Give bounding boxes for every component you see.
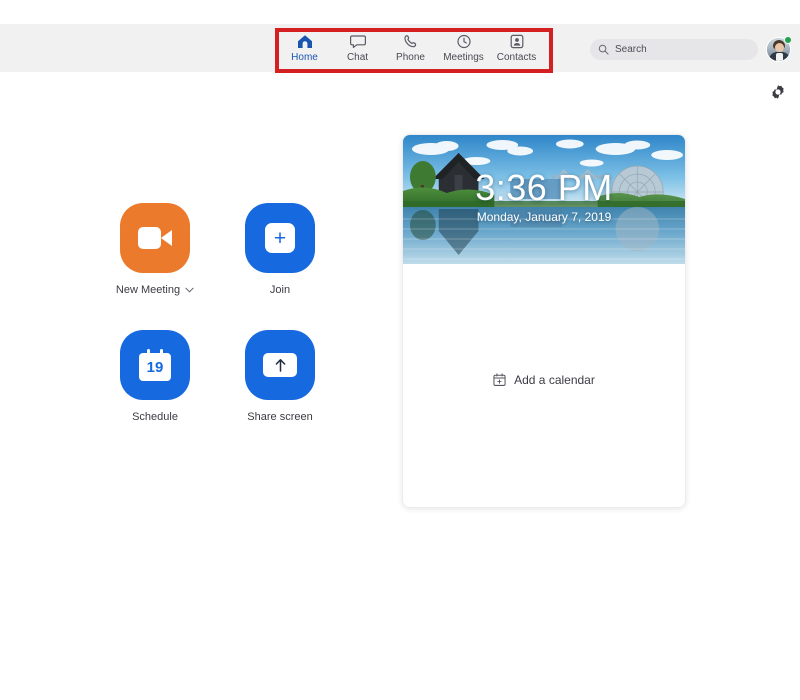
schedule-button[interactable]: 19 Schedule xyxy=(120,330,190,424)
join-button[interactable]: + Join xyxy=(245,203,315,297)
schedule-tile: 19 xyxy=(120,330,190,400)
nav-label-home: Home xyxy=(291,52,318,63)
current-time: 3:36 PM xyxy=(475,167,613,208)
schedule-label: Schedule xyxy=(132,411,178,423)
chat-bubble-icon xyxy=(349,32,366,50)
clock-banner: 3:36 PM Monday, January 7, 2019 xyxy=(403,135,685,264)
quick-actions: New Meeting + Join 19 Schedule Share scr… xyxy=(116,203,360,424)
nav-item-phone[interactable]: Phone xyxy=(384,30,437,64)
add-calendar-button[interactable]: Add a calendar xyxy=(493,373,595,387)
chevron-down-icon[interactable] xyxy=(185,287,194,293)
search-placeholder: Search xyxy=(615,43,647,55)
quick-actions-row-2: 19 Schedule Share screen xyxy=(120,330,360,424)
join-label: Join xyxy=(269,284,291,296)
join-tile: + xyxy=(245,203,315,273)
new-meeting-label: New Meeting xyxy=(115,284,181,296)
new-meeting-label-wrap: New Meeting xyxy=(116,283,194,297)
share-screen-button[interactable]: Share screen xyxy=(245,330,315,424)
home-icon xyxy=(297,32,313,50)
nav-item-contacts[interactable]: Contacts xyxy=(490,30,543,64)
nav-item-meetings[interactable]: Meetings xyxy=(437,30,490,64)
share-screen-tile xyxy=(245,330,315,400)
nav-label-chat: Chat xyxy=(346,52,369,63)
nav-label-phone: Phone xyxy=(396,52,425,63)
share-screen-label-wrap: Share screen xyxy=(247,410,312,424)
calendar-card: 3:36 PM Monday, January 7, 2019 Add a ca… xyxy=(402,134,686,508)
nav-item-home[interactable]: Home xyxy=(278,30,331,64)
share-screen-up-arrow-icon xyxy=(263,353,297,377)
main-navigation: Home Chat Phone Meetings Contacts xyxy=(278,30,543,64)
calendar-empty-state: Add a calendar xyxy=(403,264,685,507)
video-camera-icon xyxy=(138,227,172,249)
clock-text: 3:36 PM Monday, January 7, 2019 xyxy=(403,169,685,225)
nav-item-chat[interactable]: Chat xyxy=(331,30,384,64)
nav-label-meetings: Meetings xyxy=(443,52,484,63)
plus-icon: + xyxy=(265,223,295,253)
new-meeting-button[interactable]: New Meeting xyxy=(116,203,194,297)
share-screen-label: Share screen xyxy=(247,411,313,423)
add-calendar-label: Add a calendar xyxy=(514,372,595,387)
new-meeting-tile xyxy=(120,203,190,273)
current-date: Monday, January 7, 2019 xyxy=(476,210,612,224)
nav-label-contacts: Contacts xyxy=(496,52,537,63)
status-badge xyxy=(784,36,792,44)
user-avatar-button[interactable] xyxy=(766,36,792,62)
schedule-label-wrap: Schedule xyxy=(132,410,178,424)
quick-actions-row-1: New Meeting + Join xyxy=(116,203,360,297)
calendar-add-icon xyxy=(493,373,506,386)
join-label-wrap: Join xyxy=(270,283,290,297)
calendar-icon: 19 xyxy=(139,349,171,381)
gear-icon xyxy=(770,85,786,104)
settings-gear-button[interactable] xyxy=(770,84,786,100)
clock-icon xyxy=(456,32,472,50)
calendar-day: 19 xyxy=(146,359,164,376)
phone-handset-icon xyxy=(403,32,419,50)
search-icon xyxy=(598,44,609,55)
search-input[interactable]: Search xyxy=(590,39,758,60)
contacts-person-icon xyxy=(509,32,525,50)
